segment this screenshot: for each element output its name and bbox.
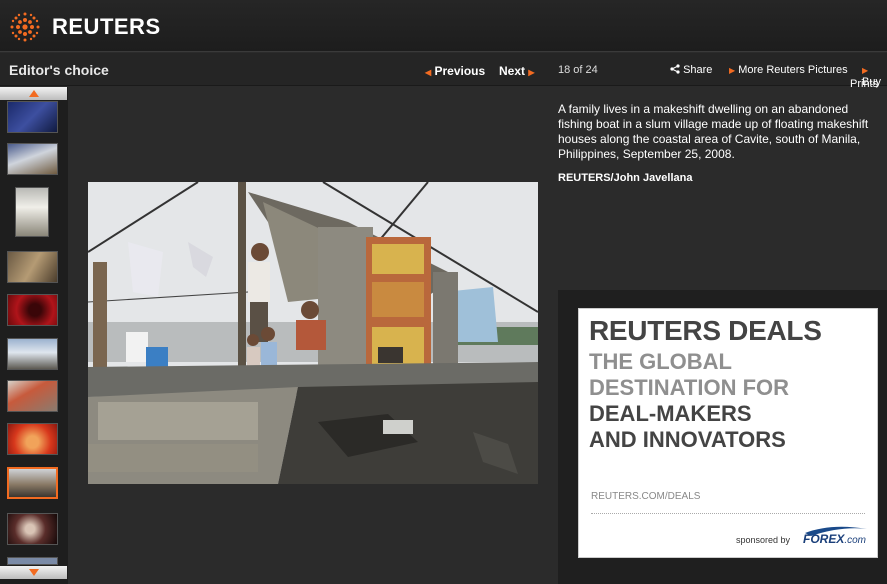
gallery-nav: Editor's choice ◀ Previous Next ▶ 18 of … <box>0 53 887 88</box>
section-title: Editor's choice <box>9 62 109 78</box>
ad-divider <box>591 513 865 514</box>
arrow-up-icon <box>28 90 39 97</box>
thumbnail-strip[interactable] <box>0 87 68 584</box>
site-header: REUTERS <box>0 0 887 52</box>
next-button[interactable]: Next ▶ <box>499 64 535 78</box>
forex-suffix: .com <box>844 535 867 546</box>
arrow-right-icon: ▶ <box>729 66 736 75</box>
scroll-up-button[interactable] <box>0 87 67 100</box>
thumbnail[interactable] <box>7 251 58 283</box>
thumbnail[interactable] <box>7 101 58 133</box>
forex-logo-icon[interactable]: FOREX.com <box>801 523 871 551</box>
photo-illustration <box>88 182 538 484</box>
main-photo[interactable] <box>88 182 538 484</box>
thumbnail[interactable] <box>7 338 58 370</box>
reuters-deals-ad[interactable]: REUTERS DEALS THE GLOBAL DESTINATION FOR… <box>578 308 878 558</box>
more-pictures-link[interactable]: ▶ More Reuters Pictures <box>729 64 848 76</box>
thumbnail[interactable] <box>7 423 58 455</box>
ad-line-3: DEAL-MAKERS <box>589 401 752 426</box>
ad-line-4: AND INNOVATORS <box>589 427 786 452</box>
reuters-logo-icon[interactable] <box>8 10 42 44</box>
arrow-right-icon: ▶ <box>862 66 869 75</box>
photo-caption: A family lives in a makeshift dwelling o… <box>558 102 869 161</box>
ad-line-2: DESTINATION FOR <box>589 375 790 400</box>
thumbnail-active[interactable] <box>7 467 58 499</box>
brand-name[interactable]: REUTERS <box>52 14 161 40</box>
share-icon <box>670 64 680 74</box>
arrow-left-icon: ◀ <box>425 68 432 77</box>
share-button[interactable]: Share <box>670 64 712 76</box>
photo-counter: 18 of 24 <box>558 64 598 76</box>
photo-credit: REUTERS/John Javellana <box>558 172 693 184</box>
thumbnail[interactable] <box>7 380 58 412</box>
ad-sponsored-by: sponsored by <box>736 535 791 545</box>
thumbnail[interactable] <box>7 513 58 545</box>
buy-prints-link-line2[interactable]: Prints <box>850 78 878 90</box>
thumbnail[interactable] <box>7 143 58 175</box>
arrow-down-icon <box>28 569 39 576</box>
thumbnail[interactable] <box>7 557 58 565</box>
ad-headline: REUTERS DEALS <box>589 315 822 346</box>
scroll-down-button[interactable] <box>0 566 67 579</box>
arrow-right-icon: ▶ <box>528 68 535 77</box>
ad-line-1: THE GLOBAL <box>589 349 732 374</box>
ad-url[interactable]: REUTERS.COM/DEALS <box>591 491 700 502</box>
previous-button[interactable]: ◀ Previous <box>425 64 485 78</box>
forex-brand: FOREX <box>803 532 845 546</box>
thumbnail[interactable] <box>15 187 49 237</box>
thumbnail[interactable] <box>7 294 58 326</box>
